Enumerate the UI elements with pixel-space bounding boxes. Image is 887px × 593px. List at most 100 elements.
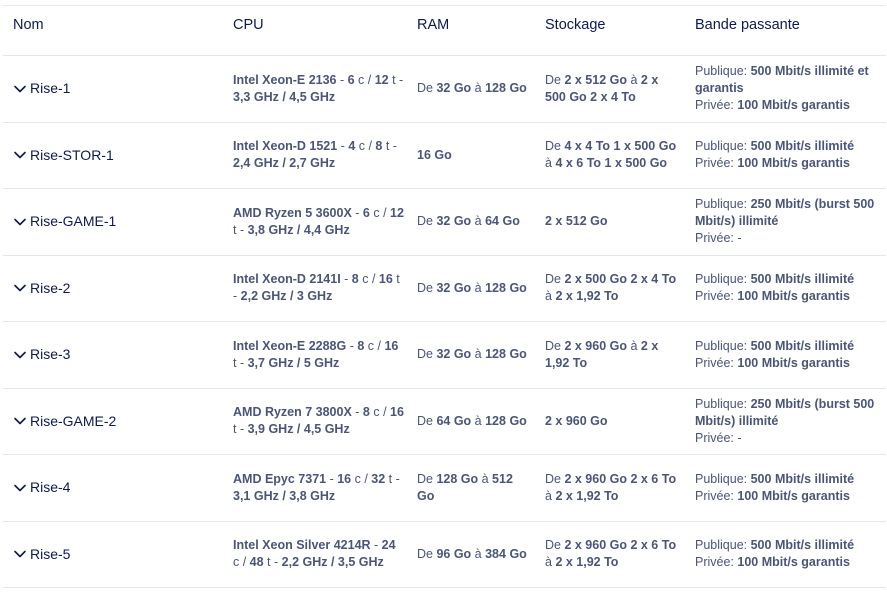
chevron-down-icon[interactable] [13, 215, 27, 229]
table-row[interactable]: Rise-STOR-1 Intel Xeon-D 1521 - 4 c / 8 t… [3, 123, 886, 189]
chevron-down-icon[interactable] [13, 148, 27, 162]
cpu-frequency: 3,7 GHz / 5 GHz [247, 355, 340, 370]
chevron-down-icon[interactable] [13, 281, 27, 295]
cpu-cell: AMD Epyc 7371 - 16 c / 32 t - 3,1 GHz / … [223, 471, 410, 505]
storage-fragment: à [627, 338, 641, 353]
text-fragment: - [337, 139, 349, 154]
bandwidth-cell: Publique: 500 Mbit/s illimité Privée: 100… [685, 471, 886, 505]
server-name-cell[interactable]: Rise-GAME-1 [3, 213, 223, 230]
text-fragment: Publique: [695, 139, 751, 154]
text-fragment: Privée: [695, 355, 738, 370]
bandwidth-private: Privée: 100 Mbit/s garantis [695, 554, 882, 571]
cpu-model: AMD Ryzen 5 3600X [233, 205, 352, 220]
storage-cell: De 2 x 500 Go 2 x 4 To à 2 x 1,92 To [535, 271, 685, 305]
ram-min: 96 Go [436, 546, 472, 561]
cpu-model: Intel Xeon-E 2288G [233, 338, 347, 353]
ram-cell: De 32 Go à 128 Go [410, 346, 535, 363]
bandwidth-public-value: 500 Mbit/s illimité [750, 338, 855, 353]
chevron-down-icon[interactable] [13, 82, 27, 96]
text-fragment: - [336, 72, 348, 87]
text-fragment: Privée: [695, 488, 738, 503]
storage-fragment: à [545, 289, 556, 304]
cpu-frequency: 3,9 GHz / 4,5 GHz [247, 422, 350, 437]
text-fragment: - [340, 272, 352, 287]
cpu-threads: 32 [371, 471, 386, 486]
text-fragment: c / [364, 338, 385, 353]
server-name-cell[interactable]: Rise-STOR-1 [3, 147, 223, 164]
text-fragment: De [417, 280, 437, 295]
bandwidth-private-value: 100 Mbit/s garantis [737, 289, 850, 304]
bandwidth-cell: Publique: 500 Mbit/s illimité Privée: 100… [685, 338, 886, 372]
server-name-cell[interactable]: Rise-1 [3, 80, 223, 97]
ram-min: 32 Go [436, 81, 472, 96]
cpu-cores: 6 [347, 72, 355, 87]
storage-fragment: à [545, 488, 556, 503]
bandwidth-public: Publique: 500 Mbit/s illimité [695, 271, 882, 288]
storage-fragment: 2 x 500 Go 2 x 4 To [564, 272, 677, 287]
text-fragment: c / [358, 272, 379, 287]
bandwidth-public-value: 500 Mbit/s illimité [750, 471, 855, 486]
text-fragment: - [370, 538, 382, 553]
ram-cell: De 128 Go à 512 Go [410, 471, 535, 505]
table-row[interactable]: Rise-GAME-1 AMD Ryzen 5 3600X - 6 c / 12 … [3, 189, 886, 256]
cpu-frequency: 2,4 GHz / 2,7 GHz [233, 156, 336, 171]
server-name: Rise-3 [30, 346, 71, 363]
bandwidth-private-value: 100 Mbit/s garantis [737, 355, 850, 370]
text-fragment: à [471, 413, 486, 428]
chevron-down-icon[interactable] [13, 547, 27, 561]
cpu-threads: 12 [374, 72, 389, 87]
table-row[interactable]: Rise-1 Intel Xeon-E 2136 - 6 c / 12 t - 3… [3, 56, 886, 123]
ram-cell: De 96 Go à 384 Go [410, 546, 535, 563]
bandwidth-private: Privée: - [695, 430, 882, 447]
text-fragment: De [417, 546, 437, 561]
bandwidth-cell: Publique: 250 Mbit/s (burst 500 Mbit/s) … [685, 196, 886, 247]
server-name-cell[interactable]: Rise-GAME-2 [3, 413, 223, 430]
storage-fragment: De [545, 272, 565, 287]
text-fragment: t - [233, 355, 248, 370]
text-fragment: à [471, 280, 486, 295]
cpu-cell: AMD Ryzen 5 3600X - 6 c / 12 t - 3,8 GHz… [223, 205, 410, 239]
table-row[interactable]: Rise-4 AMD Epyc 7371 - 16 c / 32 t - 3,1 … [3, 455, 886, 522]
chevron-down-icon[interactable] [13, 414, 27, 428]
header-nom: Nom [13, 17, 44, 33]
bandwidth-private-value: 100 Mbit/s garantis [737, 488, 850, 503]
chevron-down-icon[interactable] [13, 348, 27, 362]
text-fragment: Privée: [695, 98, 738, 113]
text-fragment: De [417, 81, 437, 96]
text-fragment: De [417, 347, 437, 362]
table-body: Rise-1 Intel Xeon-E 2136 - 6 c / 12 t - 3… [3, 56, 886, 588]
server-name: Rise-2 [30, 279, 71, 296]
storage-cell: De 2 x 960 Go 2 x 6 To à 2 x 1,92 To [535, 537, 685, 571]
text-fragment: à [471, 214, 486, 229]
storage-fragment: 4 x 6 To 1 x 500 Go [555, 156, 668, 171]
text-fragment: Privée: [695, 231, 738, 246]
ram-min: 16 Go [417, 147, 452, 162]
storage-fragment: De [545, 538, 565, 553]
server-name-cell[interactable]: Rise-4 [3, 479, 223, 496]
bandwidth-public: Publique: 250 Mbit/s (burst 500 Mbit/s) … [695, 196, 882, 230]
bandwidth-public-value: 500 Mbit/s illimité [750, 139, 855, 154]
storage-fragment: 2 x 1,92 To [555, 289, 619, 304]
table-row[interactable]: Rise-GAME-2 AMD Ryzen 7 3800X - 8 c / 16 … [3, 389, 886, 455]
text-fragment: De [417, 413, 437, 428]
storage-fragment: De [545, 471, 565, 486]
text-fragment: - [351, 205, 363, 220]
storage-fragment: 2 x 960 Go 2 x 6 To [564, 538, 677, 553]
table-row[interactable]: Rise-3 Intel Xeon-E 2288G - 8 c / 16 t - … [3, 322, 886, 389]
storage-fragment: De [545, 139, 565, 154]
text-fragment: De [417, 214, 437, 229]
table-row[interactable]: Rise-2 Intel Xeon-D 2141I - 8 c / 16 t - … [3, 256, 886, 322]
ram-max: 64 Go [485, 214, 520, 229]
chevron-down-icon[interactable] [13, 481, 27, 495]
storage-fragment: De [545, 338, 565, 353]
cpu-frequency: 2,2 GHz / 3,5 GHz [281, 555, 384, 570]
storage-fragment: 2 x 960 Go [545, 413, 608, 428]
text-fragment: à [471, 81, 486, 96]
cpu-frequency: 2,2 GHz / 3 GHz [240, 289, 333, 304]
server-name-cell[interactable]: Rise-2 [3, 280, 223, 297]
table-row[interactable]: Rise-5 Intel Xeon Silver 4214R - 24 c / 4… [3, 522, 886, 588]
cpu-cores: 8 [351, 272, 359, 287]
bandwidth-cell: Publique: 500 Mbit/s illimité Privée: 100… [685, 271, 886, 305]
server-name-cell[interactable]: Rise-3 [3, 346, 223, 363]
server-name-cell[interactable]: Rise-5 [3, 546, 223, 563]
